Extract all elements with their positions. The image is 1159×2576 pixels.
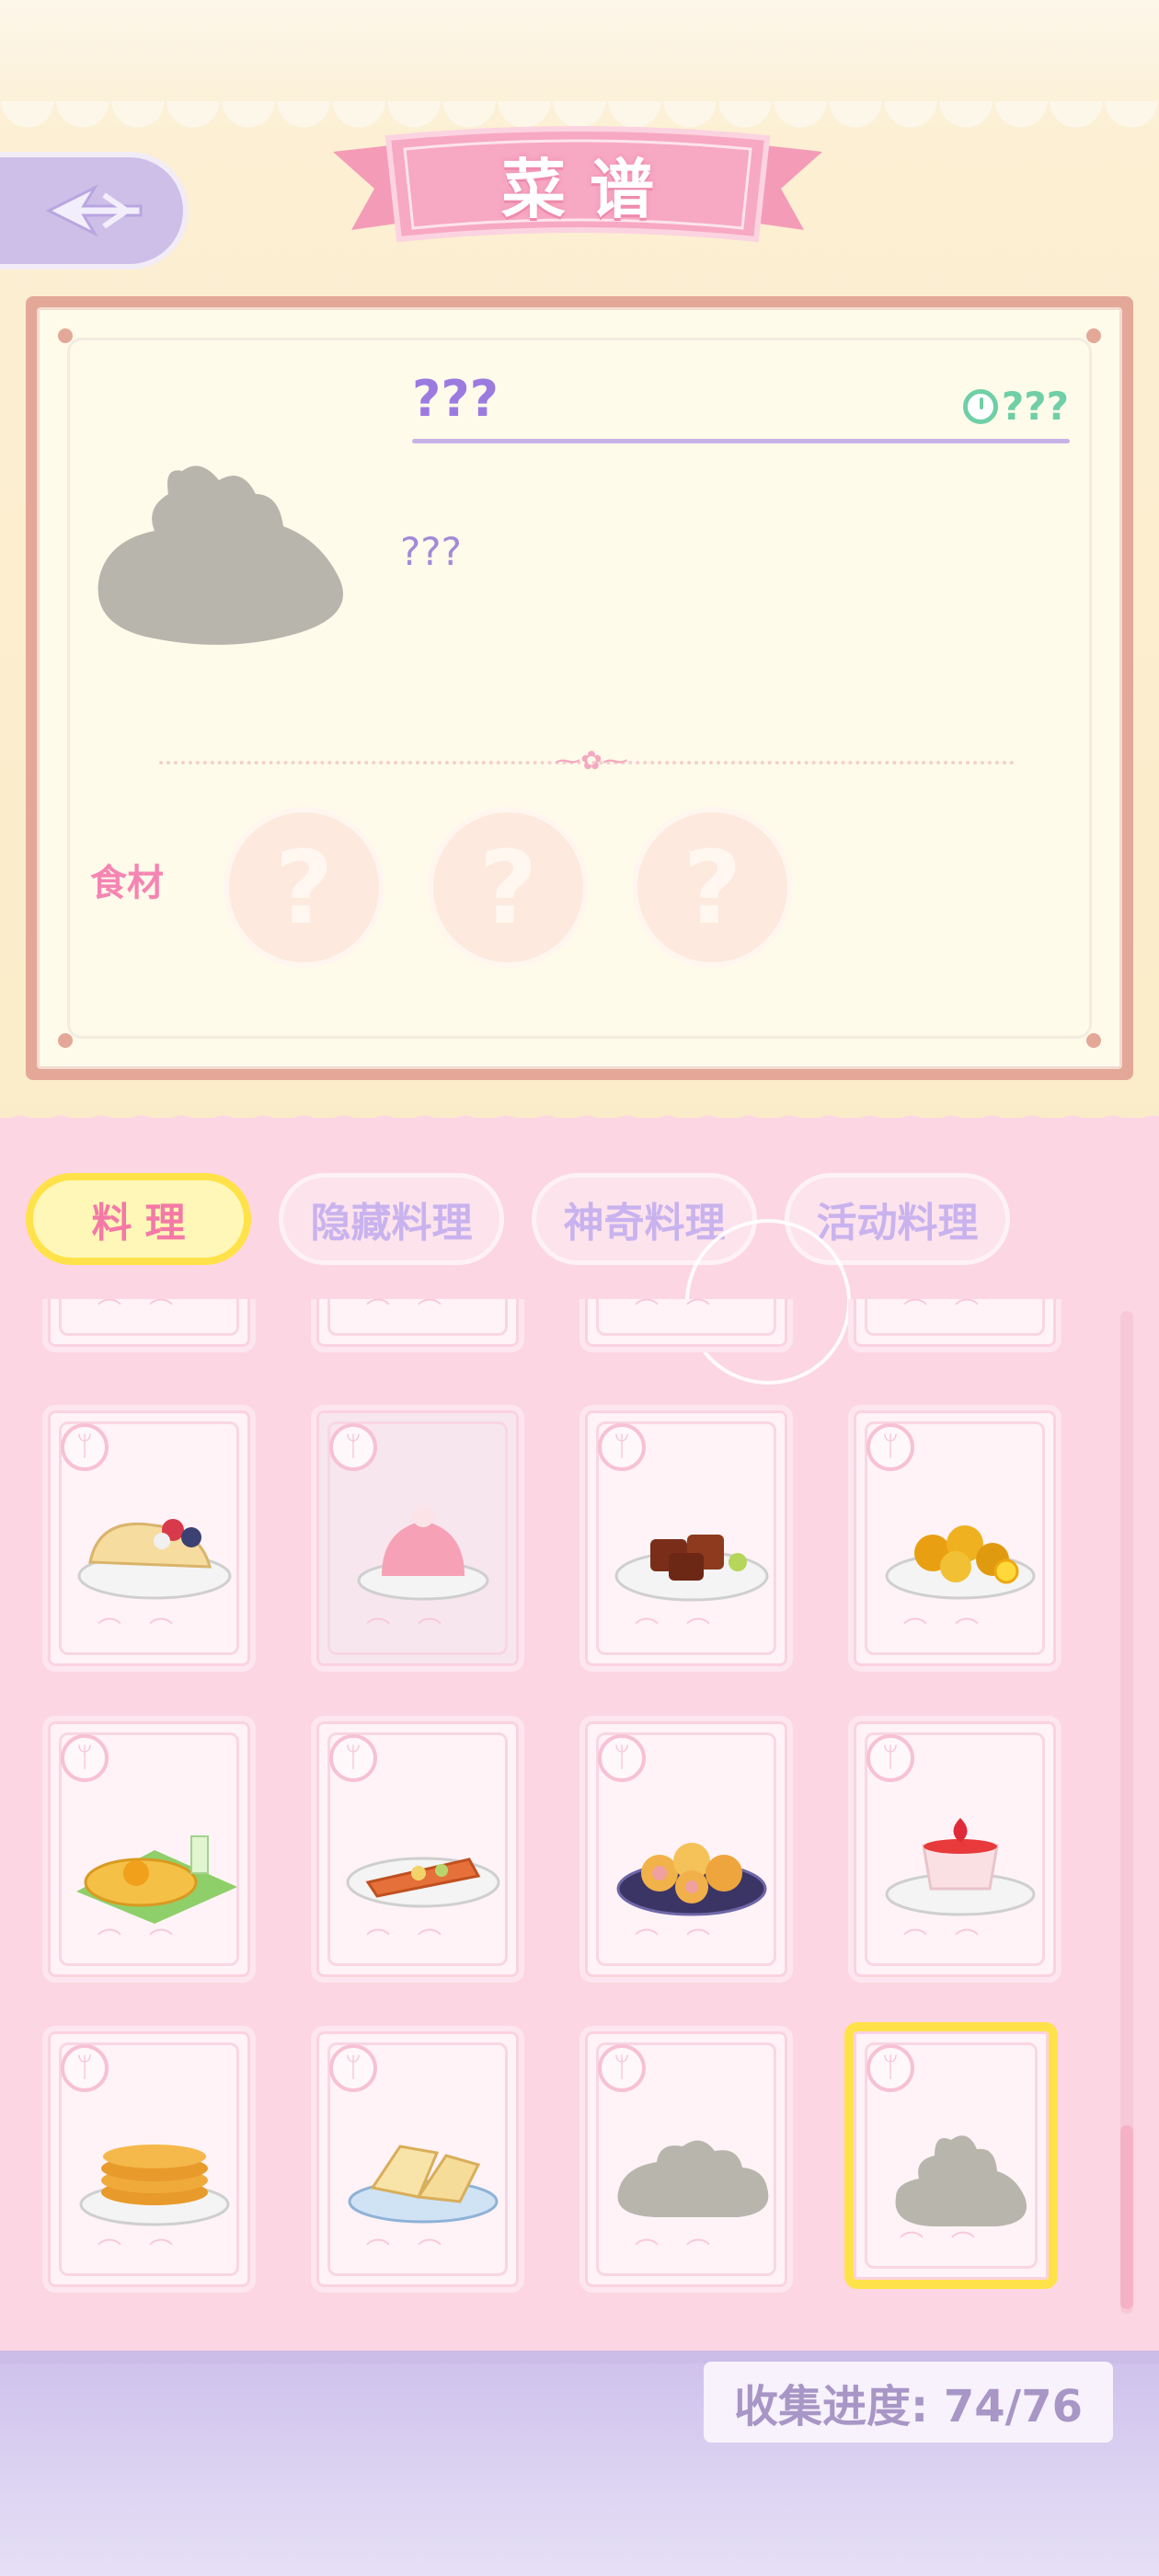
tab-cuisine[interactable]: 料理 xyxy=(26,1173,251,1265)
scrollbar-thumb[interactable] xyxy=(1120,2125,1133,2309)
cook-time: ??? xyxy=(962,384,1069,429)
recipe-card-locked-selected[interactable]: ᛘ ⌒⌒ xyxy=(844,2022,1058,2289)
title-ribbon: 菜谱 xyxy=(333,120,822,267)
recipe-detail-panel: ??? ??? ??? ⁓✿⁓ 食材 ? ? ? xyxy=(26,296,1133,1080)
dish-name: ??? xyxy=(412,370,499,428)
utensils-icon: ᛘ xyxy=(61,1423,109,1471)
recipe-card[interactable]: ⌒⌒ xyxy=(848,1299,1061,1352)
recipe-card-pancake-stack[interactable]: ᛘ ⌒⌒ xyxy=(42,2026,256,2293)
pancake-stack-icon xyxy=(79,2145,230,2226)
utensils-icon: ᛘ xyxy=(598,1423,646,1471)
cook-time-value: ??? xyxy=(1001,384,1069,429)
dish-description: ??? xyxy=(400,529,462,574)
taco-icon xyxy=(77,1519,232,1600)
utensils-icon: ᛘ xyxy=(329,1423,377,1471)
clock-icon xyxy=(962,388,998,424)
recipe-card-grilled-fish[interactable]: ᛘ ⌒⌒ xyxy=(311,1716,524,1983)
back-button[interactable] xyxy=(0,152,189,270)
strawberry-pudding-icon xyxy=(885,1818,1036,1916)
recipe-card-toast-sandwich[interactable]: ᛘ ⌒⌒ xyxy=(311,2026,524,2293)
utensils-icon: ᛘ xyxy=(329,1734,377,1782)
corner-dot xyxy=(58,1033,73,1048)
ingredient-slot[interactable]: ? xyxy=(632,807,793,968)
braised-pork-icon xyxy=(614,1535,769,1602)
meat-rolls-icon xyxy=(616,1843,767,1916)
ingredients-label: 食材 xyxy=(90,862,164,904)
page-title: 菜谱 xyxy=(501,152,678,227)
lemon-chicken-icon xyxy=(885,1525,1036,1600)
pink-scallop-edge xyxy=(0,1109,1159,1136)
recipe-card[interactable]: ⌒⌒ xyxy=(311,1299,524,1352)
utensils-icon: ᛘ xyxy=(329,2044,377,2092)
utensils-icon: ᛘ xyxy=(598,2044,646,2092)
unknown-dish-silhouette xyxy=(98,466,344,645)
utensils-icon: ᛘ xyxy=(61,2044,109,2092)
recipe-card-lemon-chicken[interactable]: ᛘ ⌒⌒ xyxy=(848,1405,1061,1672)
ingredient-slot[interactable]: ? xyxy=(428,807,589,968)
utensils-icon: ᛘ xyxy=(866,1423,914,1471)
name-underline xyxy=(412,439,1070,443)
recipe-card[interactable]: ⌒⌒ xyxy=(580,1299,793,1352)
utensils-icon: ᛘ xyxy=(866,1734,914,1782)
recipe-card-strawberry-pudding[interactable]: ᛘ ⌒⌒ xyxy=(848,1716,1061,1983)
strawberry-jelly-icon xyxy=(357,1505,489,1601)
utensils-icon: ᛘ xyxy=(866,2044,914,2092)
recipe-card-meat-rolls[interactable]: ᛘ ⌒⌒ xyxy=(580,1716,793,1983)
corner-dot xyxy=(58,328,73,343)
back-arrow-icon xyxy=(45,184,142,237)
recipe-card-taco[interactable]: ᛘ ⌒⌒ xyxy=(42,1405,256,1672)
corner-dot xyxy=(1086,1033,1101,1048)
corner-dot xyxy=(1086,328,1101,343)
utensils-icon: ᛘ xyxy=(61,1734,109,1782)
unknown-dish-silhouette-icon xyxy=(617,2140,769,2217)
category-tabs: 料理 隐藏料理 神奇料理 活动料理 xyxy=(26,1173,1010,1265)
ingredient-slot[interactable]: ? xyxy=(224,807,384,968)
recipe-card-braised-pork[interactable]: ᛘ ⌒⌒ xyxy=(580,1405,793,1672)
bow-icon: ⁓✿⁓ xyxy=(555,745,628,776)
tab-hidden-cuisine[interactable]: 隐藏料理 xyxy=(279,1173,504,1265)
unknown-dish-silhouette-icon xyxy=(895,2135,1027,2226)
recipe-card-fish-pancake-platter[interactable]: ᛘ ⌒⌒ xyxy=(42,1716,256,1983)
recipe-card[interactable]: ⌒⌒ xyxy=(42,1299,256,1352)
recipe-card-strawberry-jelly[interactable]: ᛘ ⌒⌒ xyxy=(311,1405,524,1672)
recipe-card-locked[interactable]: ᛘ ⌒⌒ xyxy=(580,2026,793,2293)
recipe-grid: ⌒⌒ ⌒⌒ ⌒⌒ ⌒⌒ ᛘ ⌒⌒ ᛘ ⌒⌒ ᛘ ⌒⌒ ᛘ ⌒⌒ ᛘ ⌒⌒ ᛘ ⌒… xyxy=(0,1299,1159,2311)
grilled-fish-icon xyxy=(346,1857,500,1908)
utensils-icon: ᛘ xyxy=(598,1734,646,1782)
collection-progress: 收集进度: 74/76 xyxy=(704,2362,1113,2443)
fish-pancake-platter-icon xyxy=(76,1835,237,1924)
toast-sandwich-icon xyxy=(348,2145,499,2224)
